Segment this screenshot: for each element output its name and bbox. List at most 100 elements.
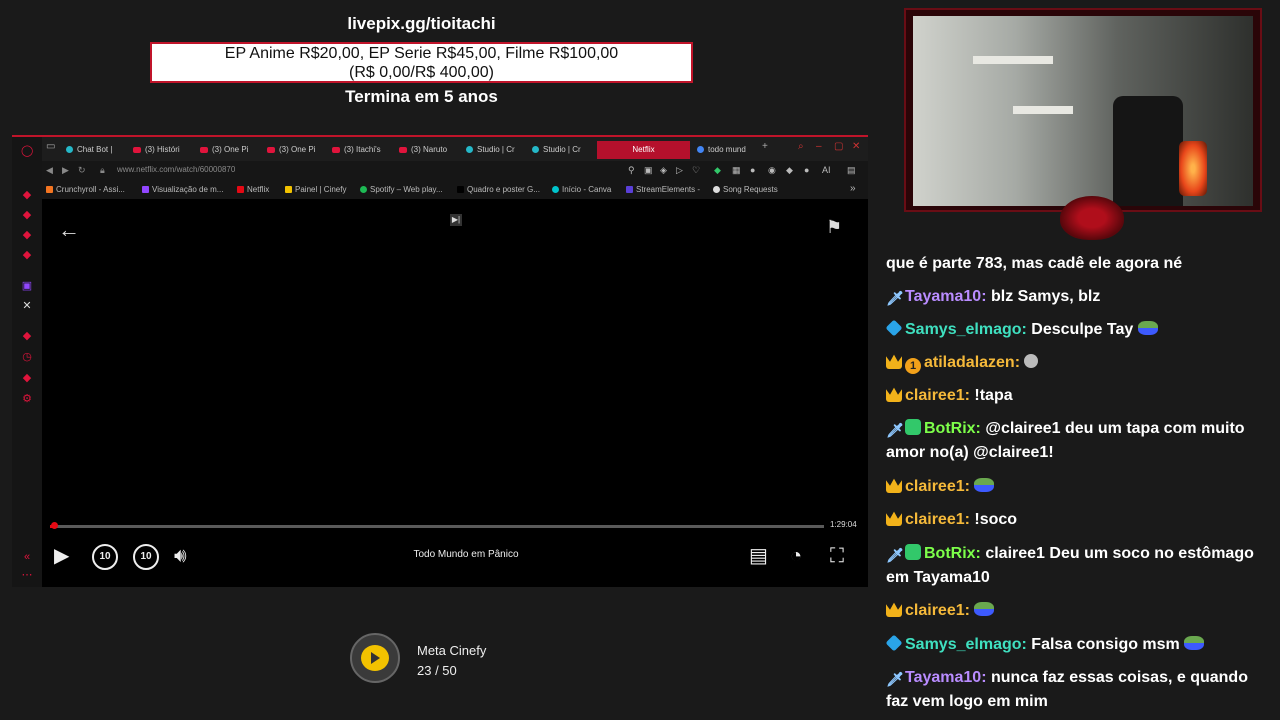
tab[interactable]: (3) One Pi [267,141,327,159]
chat-username[interactable]: Tayama10: [905,288,987,305]
one-badge-icon: 1 [905,358,921,374]
bookmark-item[interactable]: Painel | Cinefy [285,185,346,194]
cube-badge-icon [885,319,903,337]
next-episode-icon[interactable]: ▶| [450,214,462,226]
chat-username[interactable]: clairee1: [905,478,970,495]
bookmark-item[interactable]: Quadro e poster G... [457,185,540,194]
bookmark-icon [626,186,633,193]
chat-username[interactable]: BotRix: [924,545,981,562]
chat-text: Desculpe Tay [1026,321,1138,338]
tab[interactable]: Studio | Cr [466,141,526,159]
tab[interactable]: (3) Itachi's [332,141,394,159]
bookmark-icon [360,186,367,193]
bookmark-item[interactable]: Netflix [237,185,269,194]
tab[interactable]: todo mund [697,141,757,159]
bookmark-item[interactable]: Visualização de m... [142,185,223,194]
crown-badge-icon [886,387,902,402]
tab[interactable]: (3) Históri [133,141,193,159]
playback-speed-icon[interactable]: ◔ [790,544,802,568]
extension-icon[interactable]: ▦ [732,165,741,176]
new-tab-button[interactable]: + [762,141,768,152]
bookmark-item[interactable]: Crunchyroll - Assi... [46,185,125,194]
close-icon[interactable]: ✕ [852,141,860,152]
tab[interactable]: (3) Naruto [399,141,461,159]
youtube-icon [133,146,141,153]
crown-badge-icon [886,602,902,617]
bookmarks-more-icon[interactable]: » [850,183,856,194]
crown-badge-icon [886,478,902,493]
history-icon[interactable]: ◷ [21,351,33,363]
maximize-icon[interactable]: ▢ [834,141,843,152]
search-tabs-icon[interactable]: ⌕ [798,141,804,152]
tab-bar: ▭ Chat Bot | (3) Históri (3) One Pi (3) … [42,137,868,161]
chat-username[interactable]: Samys_elmago: [905,636,1027,653]
tab[interactable]: Studio | Cr [532,141,592,159]
sidebar-app-icon[interactable]: ◆ [21,189,33,201]
sidebar-collapse-icon[interactable]: « [21,551,33,563]
chat-text: !soco [969,511,1018,528]
back-arrow-icon[interactable]: ← [58,217,80,243]
cinefy-play-glyph [371,652,380,664]
extension-icon[interactable]: ◆ [714,165,721,176]
sidebar-app-icon[interactable]: ◆ [21,249,33,261]
chat-message: 🗡︎Tayama10: blz Samys, blz [886,285,1256,309]
opera-logo-icon[interactable]: ◯ [21,145,33,157]
downloads-icon[interactable]: ▤ [847,165,856,176]
url-field[interactable]: www.netflix.com/watch/60000870 [117,165,235,174]
bookmark-item[interactable]: Spotify – Web play... [360,185,443,194]
play-icon[interactable]: ▷ [676,165,683,176]
minimize-icon[interactable]: – [816,141,822,152]
studio-icon [532,146,539,154]
webcam-feed [913,16,1253,206]
pin-icon[interactable]: ⚲ [628,165,635,176]
chat-username[interactable]: clairee1: [905,602,970,619]
chat-username[interactable]: atiladalazen: [924,354,1020,371]
heart-icon[interactable]: ♡ [692,165,700,176]
bot-badge-icon [905,419,921,435]
ai-button[interactable]: AI [822,165,831,175]
extension-icon[interactable]: ● [750,165,755,175]
chat-username[interactable]: clairee1: [905,387,970,404]
chat-username[interactable]: Samys_elmago: [905,321,1027,338]
seek-bar-handle[interactable] [51,522,58,529]
meta-title: Meta Cinefy [417,643,487,658]
subtitles-icon[interactable]: ▤ [749,544,768,568]
bookmark-icon [285,186,292,193]
tab[interactable]: (3) One Pi [200,141,260,159]
pepe-emote-icon [974,602,995,616]
x-icon[interactable]: ✕ [21,300,33,312]
fullscreen-icon[interactable]: ⛶ [830,544,844,568]
tab-menu-icon[interactable]: ▭ [46,141,55,152]
reload-icon[interactable]: ↻ [78,165,86,176]
sidebar-app-icon[interactable]: ◆ [21,372,33,384]
sidebar-app-icon[interactable]: ◆ [21,209,33,221]
sidebar-app-icon[interactable]: ◆ [21,330,33,342]
snapshot-icon[interactable]: ▣ [644,165,653,176]
seek-bar[interactable] [50,522,824,529]
sidebar-app-icon[interactable]: ◆ [21,229,33,241]
forward-icon[interactable]: ▶ [62,165,69,176]
tab-netflix-active[interactable]: Netflix [597,141,690,159]
video-player[interactable]: ← ▶| ⚑ 1:29:04 ▶ 10 10 🔊︎ Todo Mundo em … [42,199,868,587]
chat-username[interactable]: BotRix: [924,420,981,437]
bookmark-item[interactable]: Song Requests [713,185,778,194]
donation-progress: (R$ 0,00/R$ 400,00) [349,64,494,81]
bookmark-item[interactable]: Início - Canva [552,185,611,194]
chat-username[interactable]: Tayama10: [905,669,987,686]
extension-icon[interactable]: ◉ [768,165,776,176]
twitch-icon[interactable]: ▣ [21,280,33,292]
chat-message: clairee1: !tapa [886,384,1256,408]
chat-username[interactable]: clairee1: [905,511,970,528]
extension-icon[interactable]: ● [804,165,809,175]
extension-icon[interactable]: ◆ [786,165,793,176]
report-flag-icon[interactable]: ⚑ [826,217,842,238]
chat-message: clairee1: !soco [886,508,1256,532]
bookmark-icon [46,186,53,193]
sidebar-more-icon[interactable]: ⋯ [21,569,33,581]
back-icon[interactable]: ◀ [46,165,53,176]
tab[interactable]: Chat Bot | [66,141,126,159]
webcam-chair [1113,96,1183,206]
shield-icon[interactable]: ◈ [660,165,667,176]
bookmark-item[interactable]: StreamElements - [626,185,700,194]
settings-icon[interactable]: ⚙ [21,393,33,405]
